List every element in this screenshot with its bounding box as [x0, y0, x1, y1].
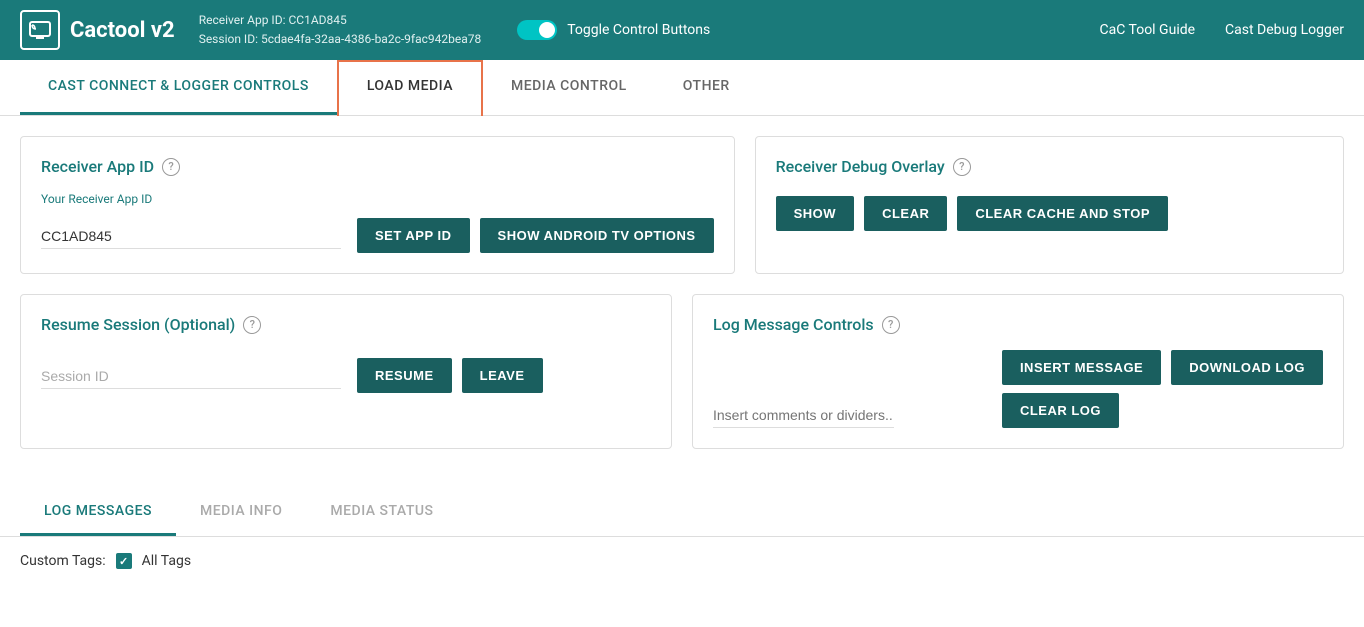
clear-log-button[interactable]: CLEAR LOG — [1002, 393, 1119, 428]
receiver-app-id-info: Receiver App ID: CC1AD845 — [199, 11, 482, 30]
log-comment-input[interactable] — [713, 403, 894, 428]
download-log-button[interactable]: DOWNLOAD LOG — [1171, 350, 1323, 385]
bottom-tab-media-status[interactable]: MEDIA STATUS — [306, 489, 457, 536]
receiver-app-id-title: Receiver App ID ? — [41, 157, 714, 176]
app-header: Cactool v2 Receiver App ID: CC1AD845 Ses… — [0, 0, 1364, 60]
toggle-control-buttons[interactable] — [517, 20, 557, 40]
custom-tags-label: Custom Tags: — [20, 553, 106, 569]
header-nav: CaC Tool Guide Cast Debug Logger — [1100, 22, 1345, 38]
receiver-debug-overlay-buttons: SHOW CLEAR CLEAR CACHE AND STOP — [776, 196, 1323, 231]
resume-session-card: Resume Session (Optional) ? RESUME LEAVE — [20, 294, 672, 449]
tab-media-control[interactable]: MEDIA CONTROL — [483, 60, 655, 115]
toggle-label: Toggle Control Buttons — [567, 22, 710, 38]
custom-tags-row: Custom Tags: All Tags — [0, 537, 1364, 585]
log-message-controls-title: Log Message Controls ? — [713, 315, 1323, 334]
logo-text: Cactool v2 — [70, 18, 175, 43]
leave-button[interactable]: LEAVE — [462, 358, 543, 393]
header-info: Receiver App ID: CC1AD845 Session ID: 5c… — [199, 11, 482, 49]
tab-load-media[interactable]: LOAD MEDIA — [337, 60, 483, 116]
bottom-tab-media-info[interactable]: MEDIA INFO — [176, 489, 306, 536]
resume-session-help-icon[interactable]: ? — [243, 316, 261, 334]
receiver-app-id-card: Receiver App ID ? Your Receiver App ID S… — [20, 136, 735, 274]
receiver-debug-overlay-card: Receiver Debug Overlay ? SHOW CLEAR CLEA… — [755, 136, 1344, 274]
all-tags-checkbox[interactable] — [116, 553, 132, 569]
clear-overlay-button[interactable]: CLEAR — [864, 196, 947, 231]
show-android-tv-button[interactable]: SHOW ANDROID TV OPTIONS — [480, 218, 714, 253]
resume-button[interactable]: RESUME — [357, 358, 452, 393]
all-tags-label: All Tags — [142, 553, 191, 569]
receiver-app-id-buttons: SET APP ID SHOW ANDROID TV OPTIONS — [357, 218, 714, 253]
cast-debug-logger-link[interactable]: Cast Debug Logger — [1225, 22, 1344, 38]
receiver-app-id-input[interactable] — [41, 224, 341, 249]
bottom-tabs-bar: LOG MESSAGES MEDIA INFO MEDIA STATUS — [0, 489, 1364, 537]
show-overlay-button[interactable]: SHOW — [776, 196, 854, 231]
cards-row-2: Resume Session (Optional) ? RESUME LEAVE… — [20, 294, 1344, 449]
tab-other[interactable]: OTHER — [655, 60, 758, 115]
log-message-controls-help-icon[interactable]: ? — [882, 316, 900, 334]
receiver-app-id-input-label: Your Receiver App ID — [41, 192, 714, 206]
insert-message-button[interactable]: INSERT MESSAGE — [1002, 350, 1161, 385]
resume-session-buttons: RESUME LEAVE — [357, 358, 543, 393]
receiver-debug-overlay-title: Receiver Debug Overlay ? — [776, 157, 1323, 176]
logo-icon — [20, 10, 60, 50]
cac-tool-guide-link[interactable]: CaC Tool Guide — [1100, 22, 1196, 38]
session-id-input[interactable] — [41, 364, 341, 389]
resume-session-title: Resume Session (Optional) ? — [41, 315, 651, 334]
toggle-area: Toggle Control Buttons — [517, 20, 710, 40]
log-message-controls-card: Log Message Controls ? INSERT MESSAGE DO… — [692, 294, 1344, 449]
receiver-debug-overlay-help-icon[interactable]: ? — [953, 158, 971, 176]
main-content: Receiver App ID ? Your Receiver App ID S… — [0, 116, 1364, 489]
main-tabs-bar: CAST CONNECT & LOGGER CONTROLS LOAD MEDI… — [0, 60, 1364, 116]
logo-area: Cactool v2 — [20, 10, 175, 50]
session-id-info: Session ID: 5cdae4fa-32aa-4386-ba2c-9fac… — [199, 30, 482, 49]
receiver-app-id-help-icon[interactable]: ? — [162, 158, 180, 176]
set-app-id-button[interactable]: SET APP ID — [357, 218, 470, 253]
bottom-tab-log-messages[interactable]: LOG MESSAGES — [20, 489, 176, 536]
clear-cache-stop-button[interactable]: CLEAR CACHE AND STOP — [957, 196, 1168, 231]
cards-row-1: Receiver App ID ? Your Receiver App ID S… — [20, 136, 1344, 274]
tab-cast-connect[interactable]: CAST CONNECT & LOGGER CONTROLS — [20, 60, 337, 115]
